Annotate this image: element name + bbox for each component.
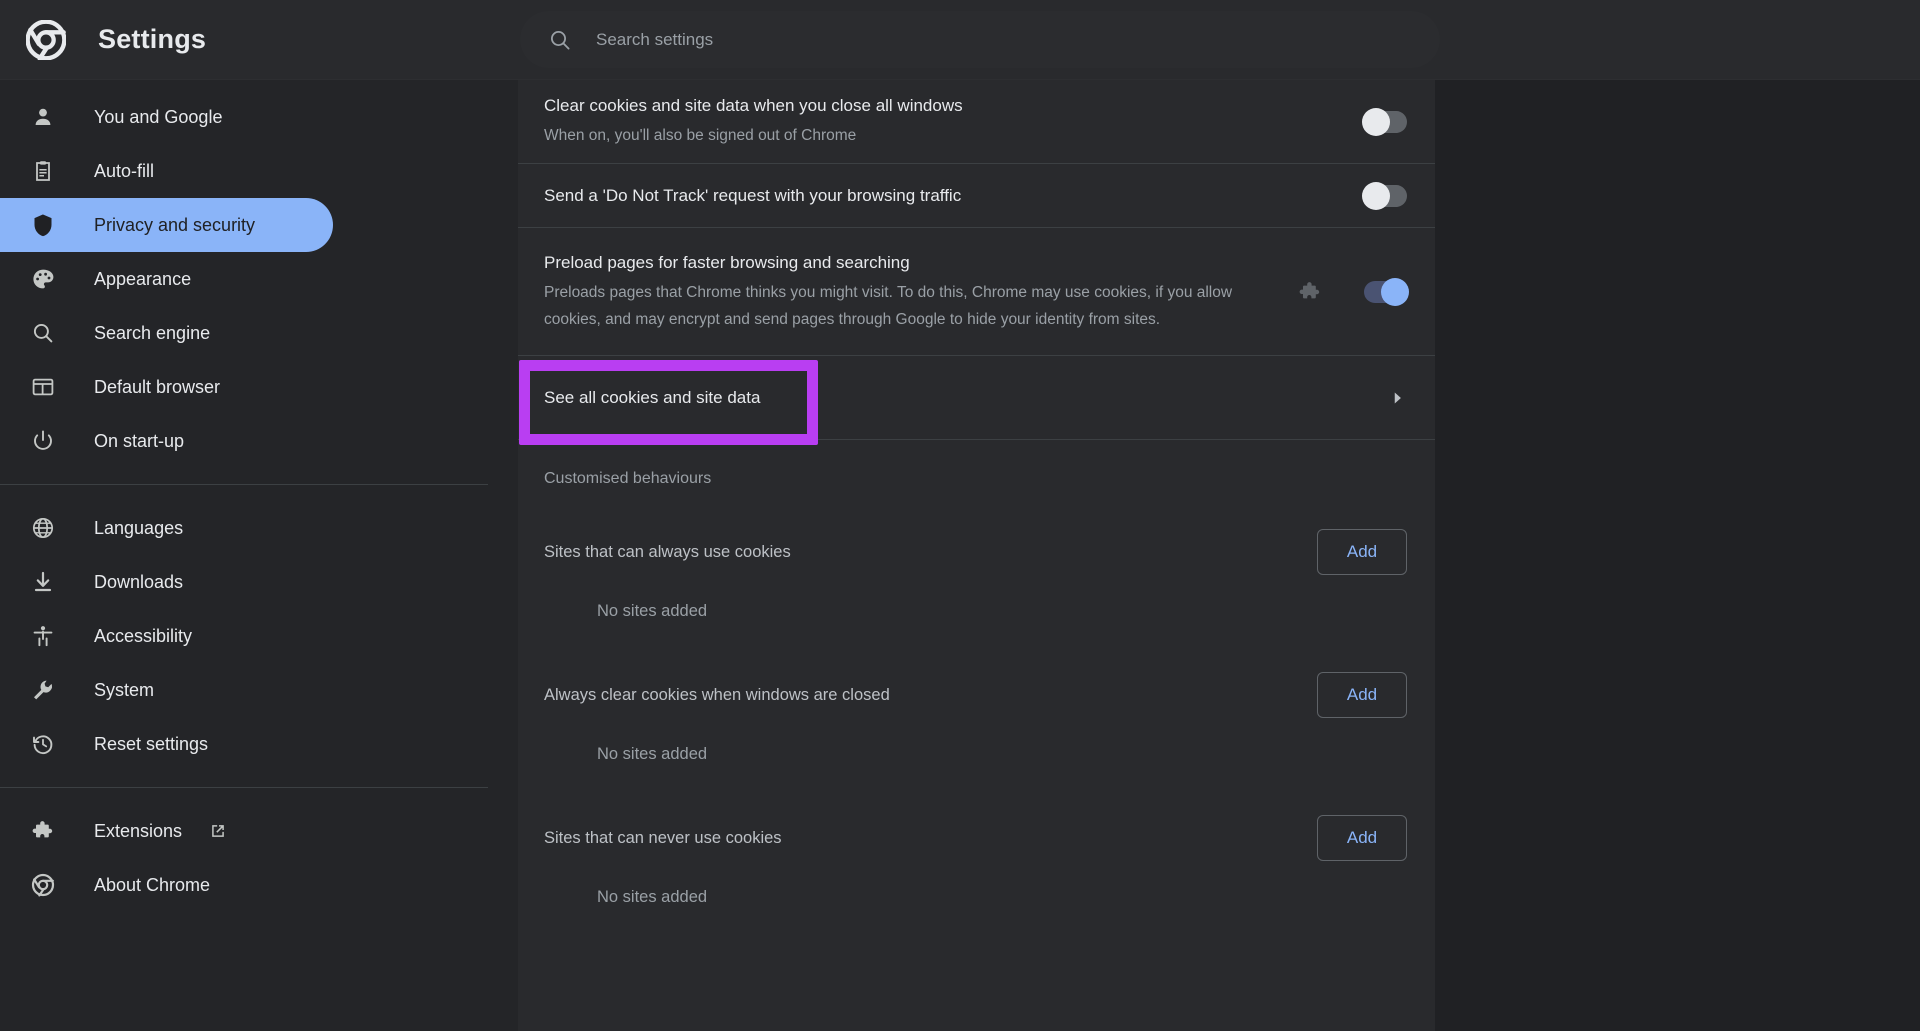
sidebar-item-label: On start-up — [94, 430, 185, 451]
sidebar-item-auto-fill[interactable]: Auto-fill — [0, 144, 333, 198]
shield-icon — [30, 212, 56, 238]
page-title: Settings — [98, 24, 207, 54]
wrench-icon — [30, 677, 56, 703]
brand: Settings — [0, 18, 520, 61]
sidebar-item-label: Auto-fill — [94, 160, 155, 181]
group-label: Always clear cookies when windows are cl… — [544, 685, 890, 704]
setting-subtitle: Preloads pages that Chrome thinks you mi… — [544, 283, 1233, 328]
search-input[interactable] — [596, 29, 1416, 50]
group-always-clear-cookies: Always clear cookies when windows are cl… — [518, 621, 1435, 764]
sidebar: You and Google Auto-fill Privacy and sec… — [0, 80, 518, 1031]
sidebar-item-reset-settings[interactable]: Reset settings — [0, 717, 333, 771]
sidebar-item-accessibility[interactable]: Accessibility — [0, 609, 333, 663]
group-header: Sites that can always use cookies Add — [518, 520, 1435, 584]
see-all-cookies-row[interactable]: See all cookies and site data — [518, 356, 1435, 440]
history-icon — [30, 731, 56, 757]
chevron-right-icon[interactable] — [1387, 388, 1407, 408]
empty-state-text: No sites added — [597, 745, 708, 763]
toggle-clear-cookies[interactable] — [1362, 107, 1407, 136]
sidebar-item-label: System — [94, 679, 155, 700]
sidebar-item-extensions[interactable]: Extensions — [0, 804, 333, 858]
extension-puzzle-icon — [1298, 280, 1322, 304]
puzzle-icon — [30, 818, 56, 844]
top-bar: Settings — [0, 0, 1920, 80]
sidebar-item-label: Search engine — [94, 322, 211, 343]
chrome-logo-icon — [25, 18, 67, 61]
add-button[interactable]: Add — [1317, 815, 1407, 861]
customised-behaviours-heading: Customised behaviours — [544, 470, 712, 487]
sidebar-item-about-chrome[interactable]: About Chrome — [0, 858, 333, 912]
sidebar-item-privacy-and-security[interactable]: Privacy and security — [0, 198, 333, 252]
setting-row-clear-cookies[interactable]: Clear cookies and site data when you clo… — [518, 80, 1435, 164]
palette-icon — [30, 266, 56, 292]
clipboard-icon — [30, 158, 56, 184]
group-always-use-cookies: Sites that can always use cookies Add No… — [518, 488, 1435, 621]
sidebar-item-search-engine[interactable]: Search engine — [0, 306, 333, 360]
sidebar-item-you-and-google[interactable]: You and Google — [0, 90, 333, 144]
sidebar-item-label: Extensions — [94, 820, 183, 841]
setting-texts: Preload pages for faster browsing and se… — [544, 251, 1298, 333]
power-icon — [30, 428, 56, 454]
add-button[interactable]: Add — [1317, 529, 1407, 575]
chrome-logo-icon — [30, 872, 56, 898]
group-header: Always clear cookies when windows are cl… — [518, 663, 1435, 727]
external-link-icon[interactable] — [208, 821, 228, 841]
sidebar-item-default-browser[interactable]: Default browser — [0, 360, 333, 414]
search-icon — [548, 28, 572, 52]
settings-page: Settings You and Google — [0, 0, 1920, 1031]
sidebar-item-system[interactable]: System — [0, 663, 333, 717]
search-box[interactable] — [520, 11, 1440, 68]
sidebar-item-label: Appearance — [94, 268, 192, 289]
group-label: Sites that can always use cookies — [544, 542, 791, 561]
group-never-use-cookies: Sites that can never use cookies Add No … — [518, 764, 1435, 907]
sidebar-divider-1 — [0, 484, 488, 485]
sidebar-item-languages[interactable]: Languages — [0, 501, 333, 555]
setting-title: Preload pages for faster browsing and se… — [544, 252, 910, 272]
group-label: Sites that can never use cookies — [544, 828, 782, 847]
sidebar-item-appearance[interactable]: Appearance — [0, 252, 333, 306]
search-icon — [30, 320, 56, 346]
empty-state-text: No sites added — [597, 888, 708, 906]
setting-row-preload-pages[interactable]: Preload pages for faster browsing and se… — [518, 228, 1435, 356]
browser-icon — [30, 374, 56, 400]
sidebar-item-label: Default browser — [94, 376, 221, 397]
sidebar-item-downloads[interactable]: Downloads — [0, 555, 333, 609]
sidebar-item-label: Reset settings — [94, 733, 209, 754]
setting-subtitle: When on, you'll also be signed out of Ch… — [544, 127, 857, 144]
sidebar-item-on-start-up[interactable]: On start-up — [0, 414, 333, 468]
sidebar-item-label: Privacy and security — [94, 214, 256, 235]
sidebar-item-label: Languages — [94, 517, 184, 538]
sidebar-item-label: You and Google — [94, 106, 223, 127]
group-header: Sites that can never use cookies Add — [518, 806, 1435, 870]
empty-state-text: No sites added — [597, 602, 708, 620]
search-wrapper — [520, 11, 1440, 68]
setting-texts: Clear cookies and site data when you clo… — [544, 94, 1364, 149]
toggle-preload-pages[interactable] — [1364, 277, 1409, 306]
accessibility-icon — [30, 623, 56, 649]
settings-content: Clear cookies and site data when you clo… — [518, 80, 1435, 1031]
sidebar-item-label: Accessibility — [94, 625, 193, 646]
person-icon — [30, 104, 56, 130]
setting-title: Send a 'Do Not Track' request with your … — [544, 185, 962, 205]
sidebar-item-label: About Chrome — [94, 874, 211, 895]
download-icon — [30, 569, 56, 595]
setting-texts: Send a 'Do Not Track' request with your … — [544, 184, 1364, 208]
see-all-texts: See all cookies and site data — [544, 386, 1387, 410]
setting-row-do-not-track[interactable]: Send a 'Do Not Track' request with your … — [518, 164, 1435, 228]
globe-icon — [30, 515, 56, 541]
see-all-cookies-label: See all cookies and site data — [544, 387, 761, 407]
toggle-do-not-track[interactable] — [1362, 181, 1407, 210]
sidebar-divider-2 — [0, 787, 488, 788]
sidebar-item-label: Downloads — [94, 571, 184, 592]
add-button[interactable]: Add — [1317, 672, 1407, 718]
setting-title: Clear cookies and site data when you clo… — [544, 96, 963, 115]
